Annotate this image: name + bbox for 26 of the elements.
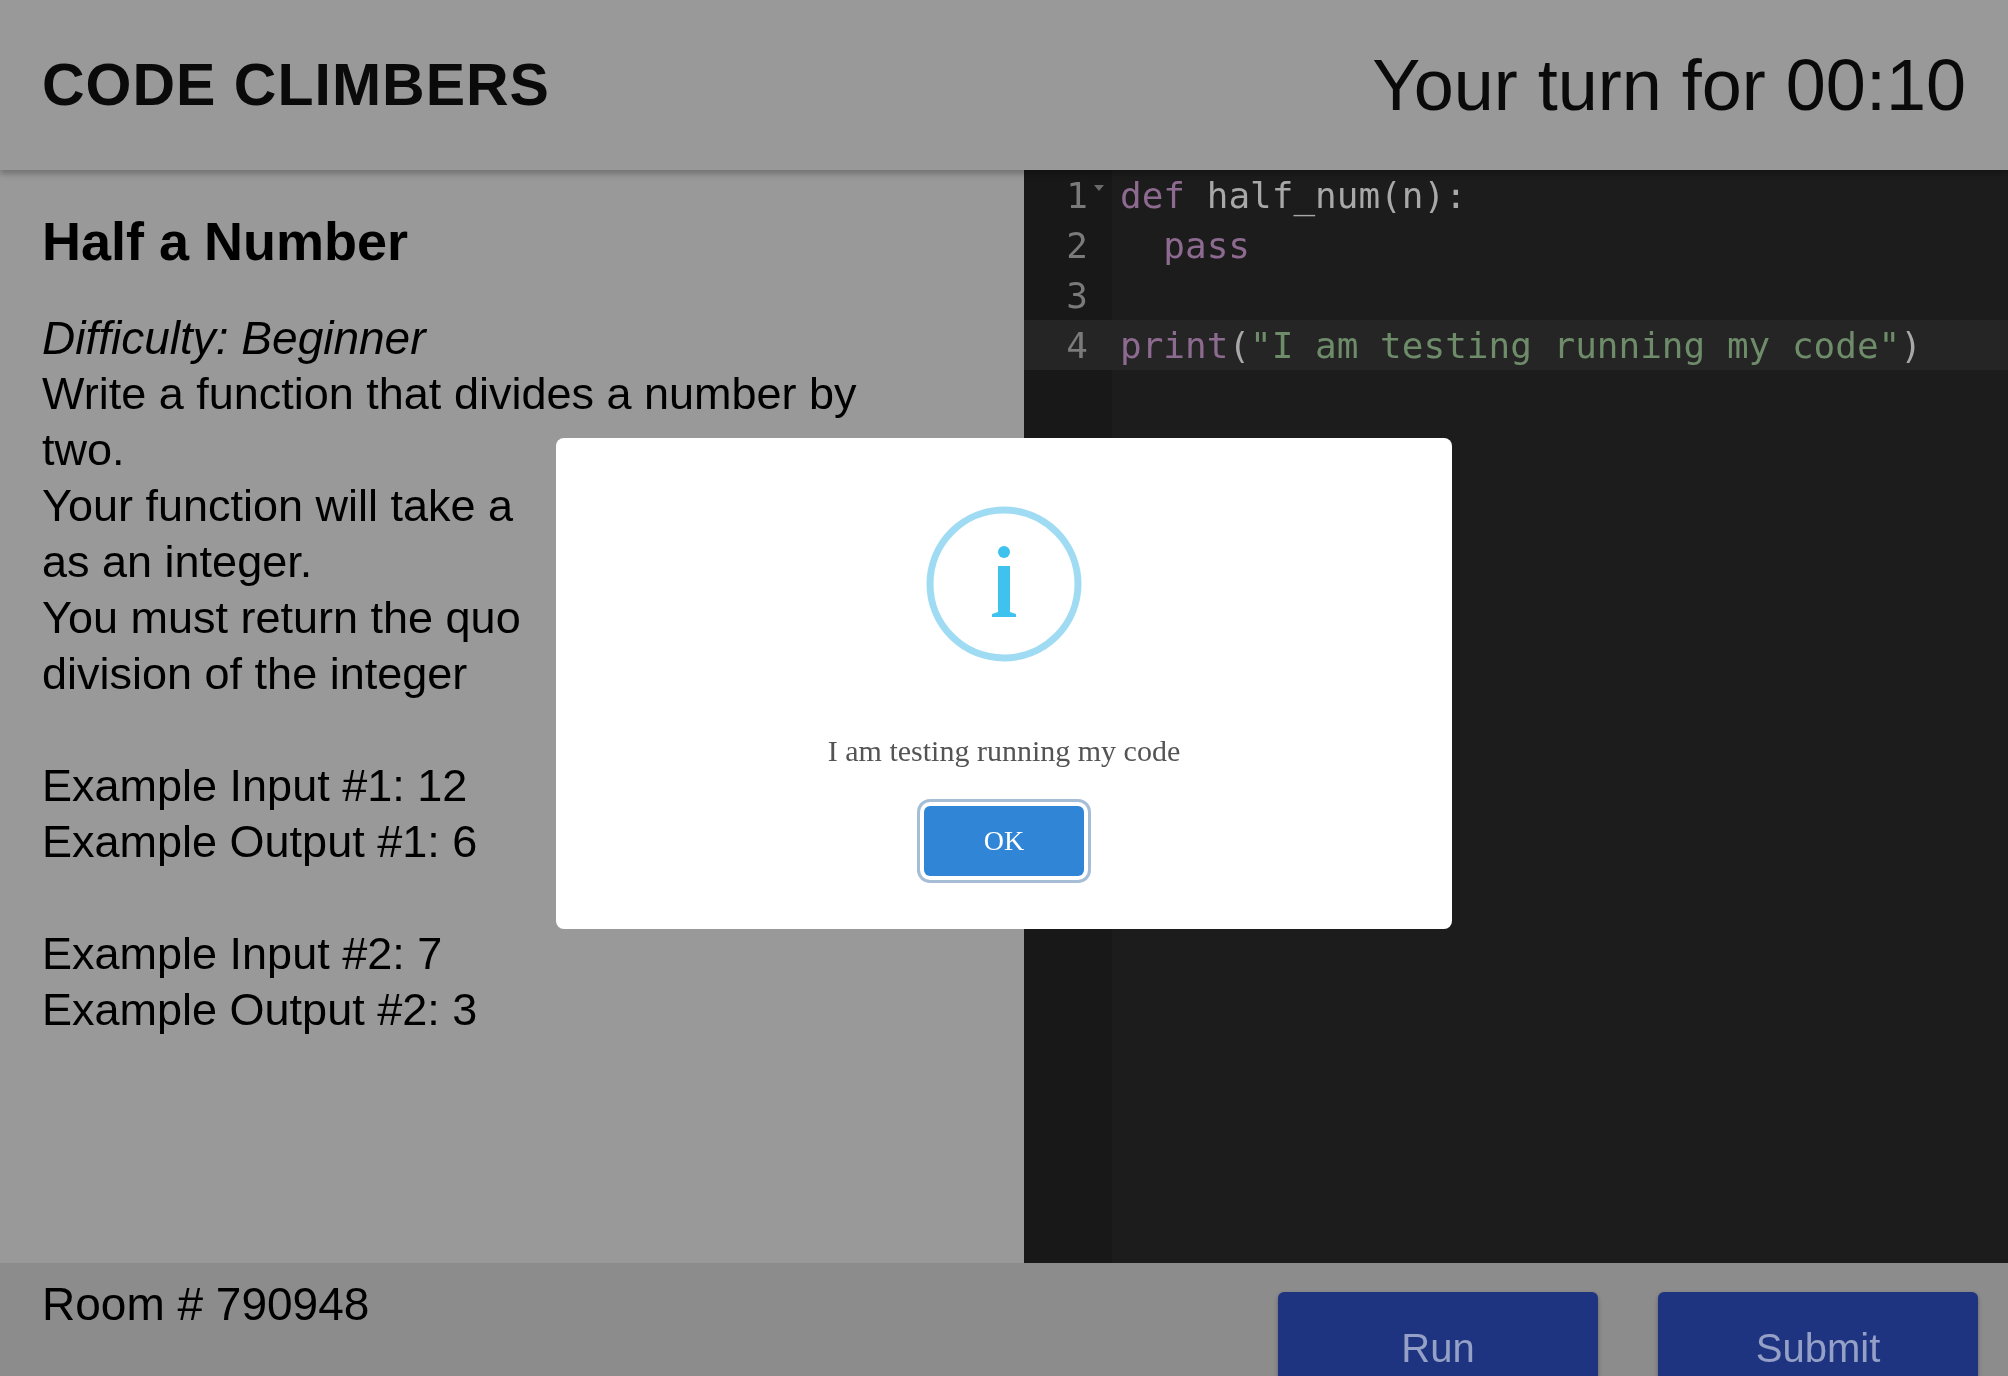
example-line: Example Input #2: 7 bbox=[42, 927, 443, 981]
description-line: as an integer. bbox=[42, 535, 313, 589]
difficulty-label: Difficulty: Beginner bbox=[42, 311, 428, 366]
example-line: Example Input #1: 12 bbox=[42, 759, 468, 813]
line-number: 4 bbox=[1065, 324, 1088, 366]
description-line: division of the integer bbox=[42, 647, 468, 701]
example-line: Example Output #2: 3 bbox=[42, 983, 478, 1037]
room-number: Room # 790948 bbox=[42, 1277, 370, 1331]
code-line: def half_num(n): bbox=[1120, 174, 1467, 216]
turn-timer: Your turn for 00:10 bbox=[1372, 44, 1966, 126]
code-line: print("I am testing running my code") bbox=[1120, 324, 1922, 366]
code-line: pass bbox=[1162, 224, 1251, 266]
line-number: 1 bbox=[1065, 174, 1088, 216]
description-line: Write a function that divides a number by bbox=[42, 367, 857, 421]
fold-caret-icon[interactable] bbox=[1094, 185, 1104, 191]
example-line: Example Output #1: 6 bbox=[42, 815, 478, 869]
info-icon bbox=[924, 504, 1084, 664]
description-line: two. bbox=[42, 423, 125, 477]
submit-button[interactable]: Submit bbox=[1658, 1292, 1978, 1376]
line-number: 2 bbox=[1065, 224, 1088, 266]
run-button[interactable]: Run bbox=[1278, 1292, 1598, 1376]
problem-title: Half a Number bbox=[42, 210, 410, 272]
app-title: CODE CLIMBERS bbox=[42, 51, 550, 119]
line-number: 3 bbox=[1065, 274, 1088, 316]
description-line: Your function will take a bbox=[42, 479, 514, 533]
description-line: You must return the quo bbox=[42, 591, 521, 645]
